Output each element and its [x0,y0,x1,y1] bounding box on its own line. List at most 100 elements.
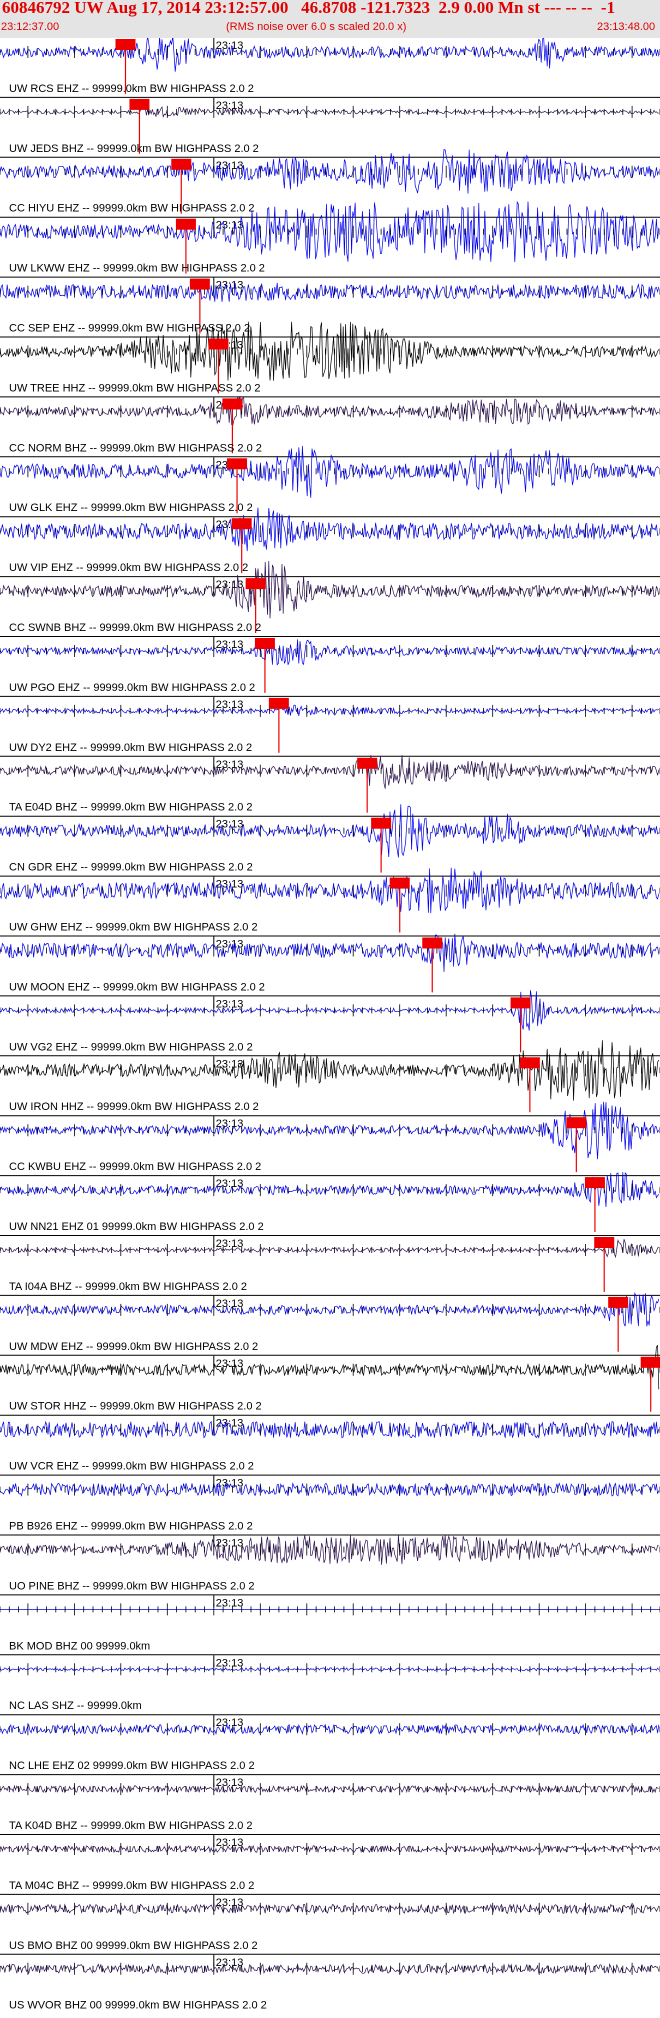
minute-marker-label: 23:13 [216,1777,244,1789]
trace-6: 23:13CC NORM BHZ -- 99999.0km BW HIGHPAS… [0,396,660,454]
waveform [0,1420,660,1439]
waveform [0,1784,659,1794]
pick-box [422,937,443,949]
trace-8: 23:13UW VIP EHZ -- 99999.0km BW HIGHPASS… [0,507,660,574]
station-label: NC LHE EHZ 02 99999.0km BW HIGHPASS 2.0 … [9,1760,255,1772]
station-label: CC HIYU EHZ -- 99999.0km BW HIGHPASS 2.0… [9,203,255,215]
trace-31: 23:13US BMO BHZ 00 99999.0km BW HIGHPASS… [0,1893,660,1952]
trace-7: 23:13UW GLK EHZ -- 99999.0km BW HIGHPASS… [0,445,660,514]
time-ticks [0,764,660,777]
trace-2: 23:13CC HIYU EHZ -- 99999.0km BW HIGHPAS… [0,148,660,215]
trace-15: 23:13UW MOON EHZ -- 99999.0km BW HIGHPAS… [0,933,660,993]
waveform [0,867,660,914]
waveform [0,1963,660,1975]
minute-marker-label: 23:13 [216,1358,244,1370]
trace-19: 23:13UW NN21 EHZ 01 99999.0km BW HIGHPAS… [0,1172,660,1233]
pick-box [175,218,196,230]
pick-box [357,757,378,769]
trace-23: 23:13UW VCR EHZ -- 99999.0km BW HIGHPASS… [0,1414,660,1473]
station-label: UW LKWW EHZ -- 99999.0km BW HIGHPASS 2.0… [9,263,265,275]
trace-26: 23:13 BK MOD BHZ 00 99999.0km [0,1594,660,1652]
station-label: UW NN21 EHZ 01 99999.0km BW HIGHPASS 2.0… [9,1221,264,1233]
minute-marker-label: 23:13 [216,1597,244,1609]
station-label: UW DY2 EHZ -- 99999.0km BW HIGHPASS 2.0 … [9,742,252,754]
minute-marker-label: 23:13 [216,998,244,1010]
waveform [0,1482,660,1497]
pick-box [510,997,531,1009]
minute-marker-label: 23:13 [216,639,244,651]
trace-27: 23:13 NC LAS SHZ -- 99999.0km [0,1654,660,1712]
trace-14: 23:13UW GHW EHZ -- 99999.0km BW HIGHPASS… [0,867,660,934]
trace-22: 23:13 UW STOR HHZ -- 99999.0km BW HIGHPAS… [0,1344,660,1413]
waveform [0,1844,660,1854]
trace-0: 23:13UW RCS EHZ -- 99999.0km BW HIGHPASS… [0,38,660,95]
station-label: UW VIP EHZ -- 99999.0km BW HIGHPASS 2.0 … [9,562,248,574]
pick-box [129,98,150,110]
trace-10: 23:13 UW PGO EHZ -- 99999.0km BW HIGHPASS… [0,636,660,694]
trace-21: 23:13 UW MDW EHZ -- 99999.0km BW HIGHPASS… [0,1292,660,1353]
station-label: UW VG2 EHZ -- 99999.0km BW HIGHPASS 2.0 … [9,1041,253,1053]
trace-20: 23:13TA I04A BHZ -- 99999.0km BW HIGHPAS… [0,1235,660,1293]
station-label: UW MDW EHZ -- 99999.0km BW HIGHPASS 2.0 … [9,1341,258,1353]
station-label: UO PINE BHZ -- 99999.0km BW HIGHPASS 2.0… [9,1580,255,1592]
trace-30: 23:13TA M04C BHZ -- 99999.0km BW HIGHPAS… [0,1834,660,1892]
station-label: US WVOR BHZ 00 99999.0km BW HIGHPASS 2.0… [9,2000,267,2012]
trace-32: 23:13US WVOR BHZ 00 99999.0km BW HIGHPAS… [0,1953,660,2012]
station-label: CC NORM BHZ -- 99999.0km BW HIGHPASS 2.0… [9,442,262,454]
pick-box [231,518,252,530]
station-label: US BMO BHZ 00 99999.0km BW HIGHPASS 2.0 … [9,1940,258,1952]
trace-12: 23:13TA E04D BHZ -- 99999.0km BW HIGHPAS… [0,755,660,814]
station-label: UW GHW EHZ -- 99999.0km BW HIGHPASS 2.0 … [9,922,258,934]
station-label: UW MOON EHZ -- 99999.0km BW HIGHPASS 2.0… [9,981,265,993]
waveform [0,1535,659,1565]
seismogram-plot: 23:13 UW RCS EHZ -- 99999.0km BW HIGHPASS… [0,38,660,2012]
station-label: UW GLK EHZ -- 99999.0km BW HIGHPASS 2.0 … [9,502,253,514]
start-time-label: 23:12:37.00 [1,21,60,33]
station-label: TA I04A BHZ -- 99999.0km BW HIGHPASS 2.0… [9,1281,247,1293]
station-label: PB B926 EHZ -- 99999.0km BW HIGHPASS 2.0… [9,1521,253,1533]
rms-noise-subtitle: (RMS noise over 6.0 s scaled 20.0 x) [226,21,407,33]
end-time-label: 23:13:48.00 [597,21,656,33]
station-label: UW VCR EHZ -- 99999.0km BW HIGHPASS 2.0 … [9,1461,254,1473]
seismogram-page: 60846792 UW Aug 17, 2014 23:12:57.00 46.… [0,0,660,2018]
station-label: TA K04D BHZ -- 99999.0km BW HIGHPASS 2.0… [9,1820,253,1832]
waveform [0,1667,660,1672]
station-label: BK MOD BHZ 00 99999.0km [9,1640,150,1652]
pick-box [640,1356,660,1368]
waveform [0,282,660,302]
station-label: UW JEDS BHZ -- 99999.0km BW HIGHPASS 2.0… [9,143,259,155]
station-label: TA M04C BHZ -- 99999.0km BW HIGHPASS 2.0… [9,1880,254,1892]
minute-marker-label: 23:13 [216,1298,244,1310]
pick-box [222,398,243,410]
trace-29: 23:13 TA K04D BHZ -- 99999.0km BW HIGHPAS… [0,1774,660,1832]
pick-box [245,578,266,590]
station-label: NC LAS SHZ -- 99999.0km [9,1700,142,1712]
pick-box [227,458,248,470]
pick-box [389,877,410,889]
minute-marker-label: 23:13 [216,1657,244,1669]
waveform [0,755,660,789]
trace-13: 23:13CN GDR EHZ -- 99999.0km BW HIGHPASS… [0,804,660,874]
station-label: UW TREE HHZ -- 99999.0km BW HIGHPASS 2.0… [9,382,260,394]
header-bar: 60846792 UW Aug 17, 2014 23:12:57.00 46.… [0,0,660,38]
trace-16: 23:13 UW VG2 EHZ -- 99999.0km BW HIGHPASS… [0,990,660,1053]
waveform [0,1292,660,1327]
station-label: CC SWNB BHZ -- 99999.0km BW HIGHPASS 2.0… [9,622,261,634]
pick-box [519,1057,540,1069]
pick-box [254,638,275,649]
waveform [0,933,660,972]
pick-box [594,1237,615,1248]
pick-box [608,1296,629,1308]
event-title: 60846792 UW Aug 17, 2014 23:12:57.00 46.… [2,0,616,17]
trace-24: 23:13PB B926 EHZ -- 99999.0km BW HIGHPAS… [0,1474,660,1533]
waveform [0,704,660,716]
pick-box [566,1117,587,1129]
pick-box [171,158,192,170]
trace-28: 23:13NC LHE EHZ 02 99999.0km BW HIGHPASS… [0,1714,660,1772]
time-ticks [0,1004,660,1017]
station-label: CC KWBU EHZ -- 99999.0km BW HIGHPASS 2.0… [9,1161,261,1173]
waveform [0,1903,660,1915]
station-label: TA E04D BHZ -- 99999.0km BW HIGHPASS 2.0… [9,802,253,814]
trace-4: 23:13CC SEP EHZ -- 99999.0km BW HIGHPASS… [0,276,660,335]
waveform [0,1239,660,1259]
